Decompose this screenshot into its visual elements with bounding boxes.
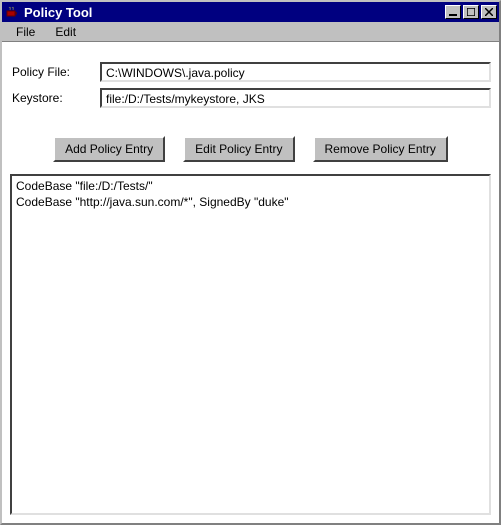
title-bar: Policy Tool bbox=[2, 2, 499, 22]
form-area: Policy File: C:\WINDOWS\.java.policy Key… bbox=[2, 42, 499, 122]
content-area: Policy File: C:\WINDOWS\.java.policy Key… bbox=[2, 42, 499, 523]
menu-file[interactable]: File bbox=[6, 23, 45, 41]
list-item[interactable]: CodeBase "http://java.sun.com/*", Signed… bbox=[16, 194, 485, 210]
keystore-label: Keystore: bbox=[10, 91, 100, 105]
minimize-button[interactable] bbox=[445, 5, 461, 19]
policy-file-field[interactable]: C:\WINDOWS\.java.policy bbox=[100, 62, 491, 82]
remove-policy-entry-button[interactable]: Remove Policy Entry bbox=[313, 136, 448, 162]
close-button[interactable] bbox=[481, 5, 497, 19]
window-title: Policy Tool bbox=[24, 5, 443, 20]
policy-file-row: Policy File: C:\WINDOWS\.java.policy bbox=[10, 62, 491, 82]
menu-edit[interactable]: Edit bbox=[45, 23, 86, 41]
add-policy-entry-button[interactable]: Add Policy Entry bbox=[53, 136, 165, 162]
list-item[interactable]: CodeBase "file:/D:/Tests/" bbox=[16, 178, 485, 194]
maximize-button[interactable] bbox=[463, 5, 479, 19]
menu-bar: File Edit bbox=[2, 22, 499, 42]
java-cup-icon bbox=[4, 4, 20, 20]
keystore-row: Keystore: file:/D:/Tests/mykeystore, JKS bbox=[10, 88, 491, 108]
app-window: Policy Tool File Edit Policy File: C:\WI… bbox=[0, 0, 501, 525]
policy-entries-list[interactable]: CodeBase "file:/D:/Tests/" CodeBase "htt… bbox=[10, 174, 491, 515]
button-row: Add Policy Entry Edit Policy Entry Remov… bbox=[2, 122, 499, 174]
keystore-field[interactable]: file:/D:/Tests/mykeystore, JKS bbox=[100, 88, 491, 108]
policy-file-label: Policy File: bbox=[10, 65, 100, 79]
edit-policy-entry-button[interactable]: Edit Policy Entry bbox=[183, 136, 294, 162]
